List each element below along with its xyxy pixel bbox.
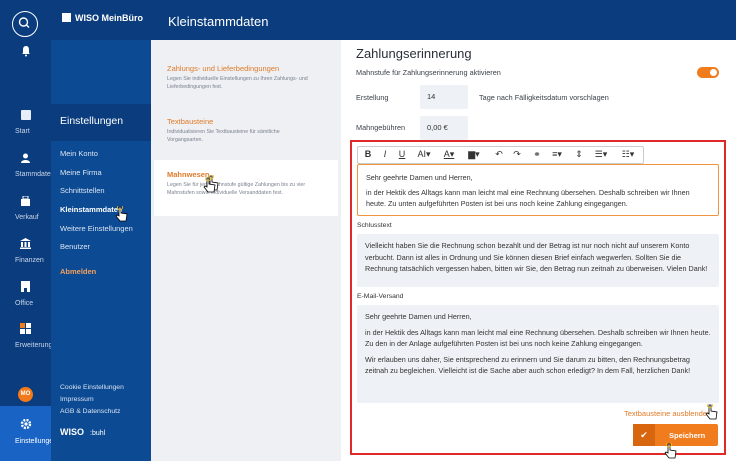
hand-cursor-icon [664,443,677,459]
top-header: Kleinstammdaten [151,0,736,40]
mahngebuehren-input[interactable]: 0,00 € [420,116,468,140]
italic-icon[interactable]: I [378,149,392,159]
stammdaten-icon [21,153,30,163]
bullet-list-icon[interactable]: ☰▾ [592,149,610,160]
app-logo: WISO MeinBüro [62,13,143,23]
settings-item-kleinstammdaten[interactable]: Kleinstammdaten [60,205,123,214]
settings-heading: Einstellungen [51,104,151,141]
redo-icon[interactable]: ↷ [510,149,524,160]
footer-link-agb[interactable]: AGB & Datenschutz [60,408,120,415]
align-icon[interactable]: ≡▾ [548,149,566,160]
toggle-label: Mahnstufe für Zahlungserinnerung aktivie… [356,68,501,77]
erweiterungen-icon [20,323,31,334]
settings-item-weitere-einstellungen[interactable]: Weitere Einstellungen [60,224,133,233]
rail-item-stammdaten[interactable]: Stammdaten [0,150,55,178]
intro-text-editor[interactable]: Sehr geehrte Damen und Herren, in der He… [357,164,719,216]
category-list: Zahlungs- und Lieferbedingungen Legen Si… [151,40,341,461]
category-zahlungsbedingungen[interactable]: Zahlungs- und Lieferbedingungen Legen Si… [154,54,338,102]
erstellung-label: Erstellung [356,93,389,102]
search-icon[interactable] [12,11,38,37]
font-size-icon[interactable]: AI▾ [414,149,434,160]
rail-item-einstellungen[interactable]: Einstellungen [0,406,57,461]
editor-toolbar: B I U AI▾ A▾ ▆▾ ↶ ↷ ⚭ ≡▾ ⇕ ☰▾ ☷▾ [357,146,644,164]
start-icon [20,110,31,120]
gear-icon [20,418,31,430]
section-heading: Zahlungserinnerung [356,46,472,61]
footer-link-cookies[interactable]: Cookie Einstellungen [60,384,124,391]
erstellung-input[interactable]: 14 [420,85,468,109]
check-icon: ✔ [633,424,655,446]
settings-item-mein-konto[interactable]: Mein Konto [60,149,98,158]
footer-link-impressum[interactable]: Impressum [60,396,94,403]
rail-item-finanzen[interactable]: Finanzen [0,236,51,264]
settings-item-schnittstellen[interactable]: Schnittstellen [60,186,105,195]
icon-rail: Start Stammdaten Verkauf Finanzen Office… [0,0,60,461]
office-icon [21,281,30,292]
schlusstext-field[interactable]: Vielleicht haben Sie die Rechnung schon … [357,234,719,287]
bold-icon[interactable]: B [361,149,375,159]
wiso-buhl-logo: WISO:buhl [60,427,106,437]
schlusstext-label: Schlusstext [357,222,392,229]
finanzen-icon [20,238,31,249]
mahnstufe-toggle[interactable] [697,67,719,78]
settings-item-meine-firma[interactable]: Meine Firma [60,168,102,177]
undo-icon[interactable]: ↶ [492,149,506,160]
erstellung-hint: Tage nach Fälligkeitsdatum vorschlagen [479,93,609,102]
logout-link[interactable]: Abmelden [60,267,96,276]
category-mahnwesen[interactable]: Mahnwesen Legen Sie für jede Mahnstufe g… [154,160,338,216]
email-versand-field[interactable]: Sehr geehrte Damen und Herren, in der He… [357,305,719,403]
rail-item-verkauf[interactable]: Verkauf [0,193,51,221]
underline-icon[interactable]: U [395,149,409,159]
bell-icon[interactable] [0,44,51,62]
hand-cursor-icon [705,404,718,420]
settings-column: WISO MeinBüro Einstellungen Mein Konto M… [51,0,151,461]
rail-item-start[interactable]: Start [0,107,51,135]
page-title: Kleinstammdaten [168,14,269,29]
mahngebuehren-label: Mahngebühren [356,123,406,132]
numbered-list-icon[interactable]: ☷▾ [618,149,638,160]
text-color-icon[interactable]: A▾ [440,149,458,160]
highlight-color-icon[interactable]: ▆▾ [464,149,484,160]
category-textbausteine[interactable]: Textbausteine Individualisieren Sie Text… [154,107,338,155]
line-height-icon[interactable]: ⇕ [572,149,586,160]
hand-cursor-icon [203,177,216,193]
link-icon[interactable]: ⚭ [530,149,544,160]
avatar[interactable]: MO [18,387,33,402]
rail-item-erweiterungen[interactable]: Erweiterungen [0,321,60,349]
hide-textbausteine-link[interactable]: Textbausteine ausblenden [624,409,711,418]
email-versand-label: E-Mail-Versand [357,293,404,300]
settings-item-benutzer[interactable]: Benutzer [60,242,90,251]
hand-cursor-icon [115,206,128,222]
verkauf-icon [21,195,30,206]
rail-item-office[interactable]: Office [0,279,51,307]
